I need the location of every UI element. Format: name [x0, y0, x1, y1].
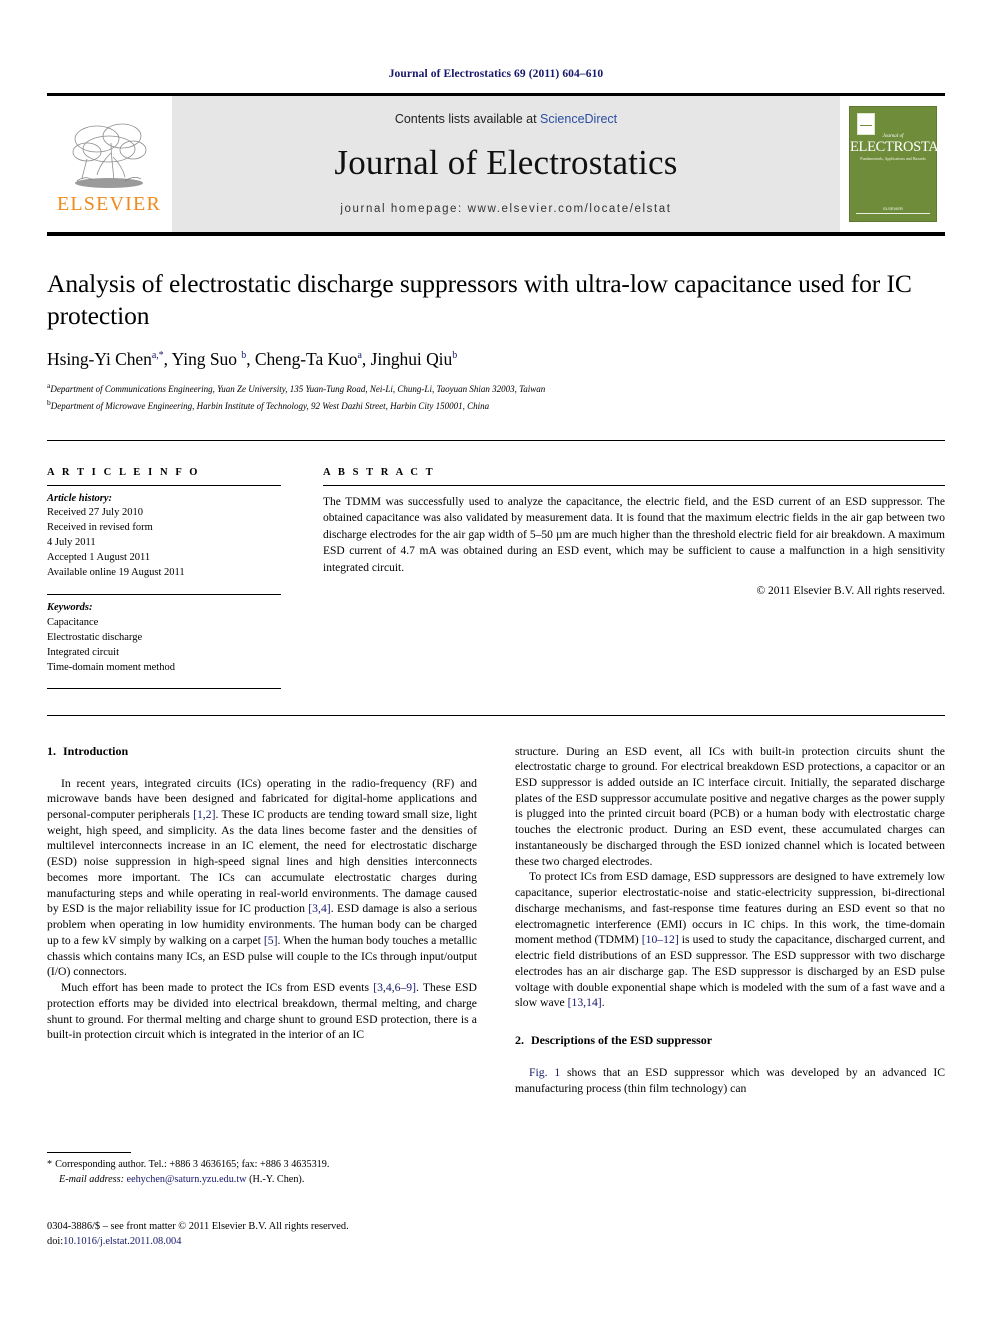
- elsevier-logo: ELSEVIER: [47, 96, 171, 232]
- article-info-label: A R T I C L E I N F O: [47, 466, 201, 478]
- doi-link[interactable]: 10.1016/j.elstat.2011.08.004: [63, 1236, 181, 1247]
- citation-reference[interactable]: [3,4]: [308, 902, 330, 915]
- title-block: Analysis of electrostatic discharge supp…: [47, 268, 945, 414]
- citation-reference[interactable]: [1,2]: [193, 808, 215, 821]
- history-item: Received in revised form: [47, 522, 153, 534]
- keyword-item: Electrostatic discharge: [47, 631, 143, 643]
- paragraph-intro-1: In recent years, integrated circuits (IC…: [47, 776, 477, 981]
- affiliation-item: bDepartment of Microwave Engineering, Ha…: [47, 397, 945, 414]
- history-item: 4 July 2011: [47, 537, 96, 549]
- citation-reference[interactable]: [10–12]: [642, 933, 679, 946]
- abstract-body-divider: [47, 714, 945, 716]
- section-number: 2.: [515, 1033, 524, 1048]
- section-title: Descriptions of the ESD suppressor: [531, 1033, 713, 1048]
- affiliation-list: aDepartment of Communications Engineerin…: [47, 380, 945, 413]
- article-title: Analysis of electrostatic discharge supp…: [47, 269, 912, 330]
- keywords-group: Keywords: Capacitance Electrostatic disc…: [47, 595, 281, 676]
- footnote-text: Corresponding author. Tel.: +886 3 46361…: [55, 1159, 330, 1170]
- citation-reference[interactable]: [13,14]: [568, 996, 602, 1009]
- page-footer: 0304-3886/$ – see front matter © 2011 El…: [47, 1219, 477, 1249]
- cover-subtitle: Fundamentals, Applications and Hazards: [860, 156, 926, 161]
- footnote-rule: [47, 1152, 131, 1153]
- paragraph-intro-2: Much effort has been made to protect the…: [47, 980, 477, 1043]
- cover-rule: [856, 213, 930, 214]
- author-name: Jinghui Qiu: [370, 349, 453, 370]
- cover-publisher-name: ELSEVIER: [883, 206, 903, 211]
- title-section-divider: [47, 439, 945, 441]
- author-name: Ying Suo: [171, 349, 237, 370]
- abstract-label: A B S T R A C T: [323, 466, 436, 478]
- journal-homepage[interactable]: journal homepage: www.elsevier.com/locat…: [340, 203, 671, 215]
- text-run: shows that an ESD suppressor which was d…: [515, 1066, 945, 1095]
- section-title: Introduction: [63, 743, 129, 758]
- footnote-corresponding-line: * Corresponding author. Tel.: +886 3 4636…: [47, 1158, 464, 1173]
- affiliation-text: Department of Microwave Engineering, Har…: [50, 400, 490, 411]
- body-column-left: 1. Introduction In recent years, integrat…: [47, 744, 477, 1097]
- info-abstract-region: A R T I C L E I N F O Article history: R…: [47, 467, 945, 689]
- author-list: Hsing-Yi Chena,*, Ying Suo b, Cheng-Ta K…: [47, 349, 458, 370]
- issn-copyright-line: 0304-3886/$ – see front matter © 2011 El…: [47, 1221, 349, 1232]
- keyword-item: Capacitance: [47, 616, 99, 628]
- masthead-center: Contents lists available at ScienceDirec…: [171, 96, 841, 232]
- footnote-email-line: E-mail address: eehychen@saturn.yzu.edu.…: [47, 1173, 464, 1188]
- paragraph-right-2: To protect ICs from ESD damage, ESD supp…: [515, 869, 945, 1011]
- section-2-wrapper: 2. Descriptions of the ESD suppressor Fig…: [515, 1033, 945, 1096]
- abstract-copyright: © 2011 Elsevier B.V. All rights reserved…: [756, 585, 945, 598]
- article-history-heading: Article history:: [47, 492, 113, 504]
- citation-reference[interactable]: [3,4,6–9]: [373, 981, 416, 994]
- sciencedirect-link[interactable]: ScienceDirect: [540, 112, 617, 126]
- journal-masthead: ELSEVIER Contents lists available at Sci…: [47, 93, 968, 232]
- history-item: Accepted 1 August 2011: [47, 552, 151, 564]
- contents-available-line: Contents lists available at ScienceDirec…: [395, 112, 617, 126]
- text-run: Much effort has been made to protect the…: [61, 981, 374, 995]
- journal-cover-thumbnail: Journal of ELECTROSTATICS Fundamentals, …: [841, 96, 968, 232]
- history-item: Received 27 July 2010: [47, 507, 143, 519]
- author-affiliation-marker[interactable]: b: [241, 350, 246, 361]
- doi-label: doi:: [47, 1236, 64, 1248]
- email-label: E-mail address:: [59, 1173, 124, 1185]
- text-run: . These IC products are tending toward s…: [47, 808, 477, 916]
- corresponding-author-footnote: * Corresponding author. Tel.: +886 3 4636…: [47, 1152, 464, 1188]
- author-name: Cheng-Ta Kuo: [254, 349, 358, 370]
- elsevier-tree-icon: [72, 123, 147, 188]
- keyword-item: Time-domain moment method: [47, 661, 175, 673]
- email-owner: (H.-Y. Chen).: [249, 1173, 305, 1185]
- text-run: .: [601, 996, 605, 1010]
- affiliation-item: aDepartment of Communications Engineerin…: [47, 380, 945, 397]
- article-info-bottom-rule: [47, 687, 281, 689]
- figure-reference-link[interactable]: Fig. 1: [529, 1066, 560, 1079]
- author-affiliation-marker[interactable]: b: [452, 350, 457, 361]
- history-item: Available online 19 August 2011: [47, 567, 185, 579]
- section-heading-introduction: 1. Introduction: [47, 744, 477, 759]
- article-page: Journal of Electrostatics 69 (2011) 604–…: [0, 0, 992, 1323]
- citation-reference[interactable]: [5]: [264, 934, 278, 947]
- section-heading-descriptions: 2. Descriptions of the ESD suppressor: [515, 1033, 945, 1048]
- author-affiliation-marker[interactable]: a: [358, 350, 362, 361]
- section-number: 1.: [47, 743, 56, 758]
- running-head: Journal of Electrostatics 69 (2011) 604–…: [388, 68, 604, 80]
- keyword-item: Integrated circuit: [47, 646, 120, 658]
- author-name: Hsing-Yi Chen: [47, 349, 152, 370]
- body-column-right: structure. During an ESD event, all ICs …: [515, 744, 945, 1097]
- journal-title: Journal of Electrostatics: [334, 143, 678, 182]
- abstract-text: The TDMM was successfully used to analyz…: [323, 495, 945, 574]
- cover-artwork: Journal of ELECTROSTATICS Fundamentals, …: [849, 106, 968, 222]
- article-info-column: A R T I C L E I N F O Article history: R…: [47, 467, 281, 689]
- article-history-group: Article history: Received 27 July 2010 R…: [47, 486, 281, 581]
- abstract-column: A B S T R A C T The TDMM was successfull…: [323, 467, 945, 689]
- elsevier-wordmark: ELSEVIER: [56, 192, 162, 215]
- masthead-bottom-rule: [47, 232, 945, 236]
- cover-publisher-icon: [857, 113, 875, 135]
- keywords-heading: Keywords:: [47, 602, 93, 613]
- email-link[interactable]: eehychen@saturn.yzu.edu.tw: [127, 1174, 247, 1185]
- paragraph-right-1: structure. During an ESD event, all ICs …: [515, 744, 945, 868]
- affiliation-text: Department of Communications Engineering…: [50, 384, 546, 395]
- contents-prefix: Contents lists available at: [394, 112, 541, 126]
- doi-line: doi:10.1016/j.elstat.2011.08.004: [47, 1234, 477, 1249]
- cover-title: ELECTROSTATICS: [850, 139, 968, 155]
- body-columns: 1. Introduction In recent years, integrat…: [47, 744, 945, 1097]
- author-affiliation-marker[interactable]: a,*: [152, 350, 164, 361]
- footnote-star-marker: *: [47, 1159, 53, 1170]
- paragraph-right-3: Fig. 1 shows that an ESD suppressor whic…: [515, 1065, 945, 1096]
